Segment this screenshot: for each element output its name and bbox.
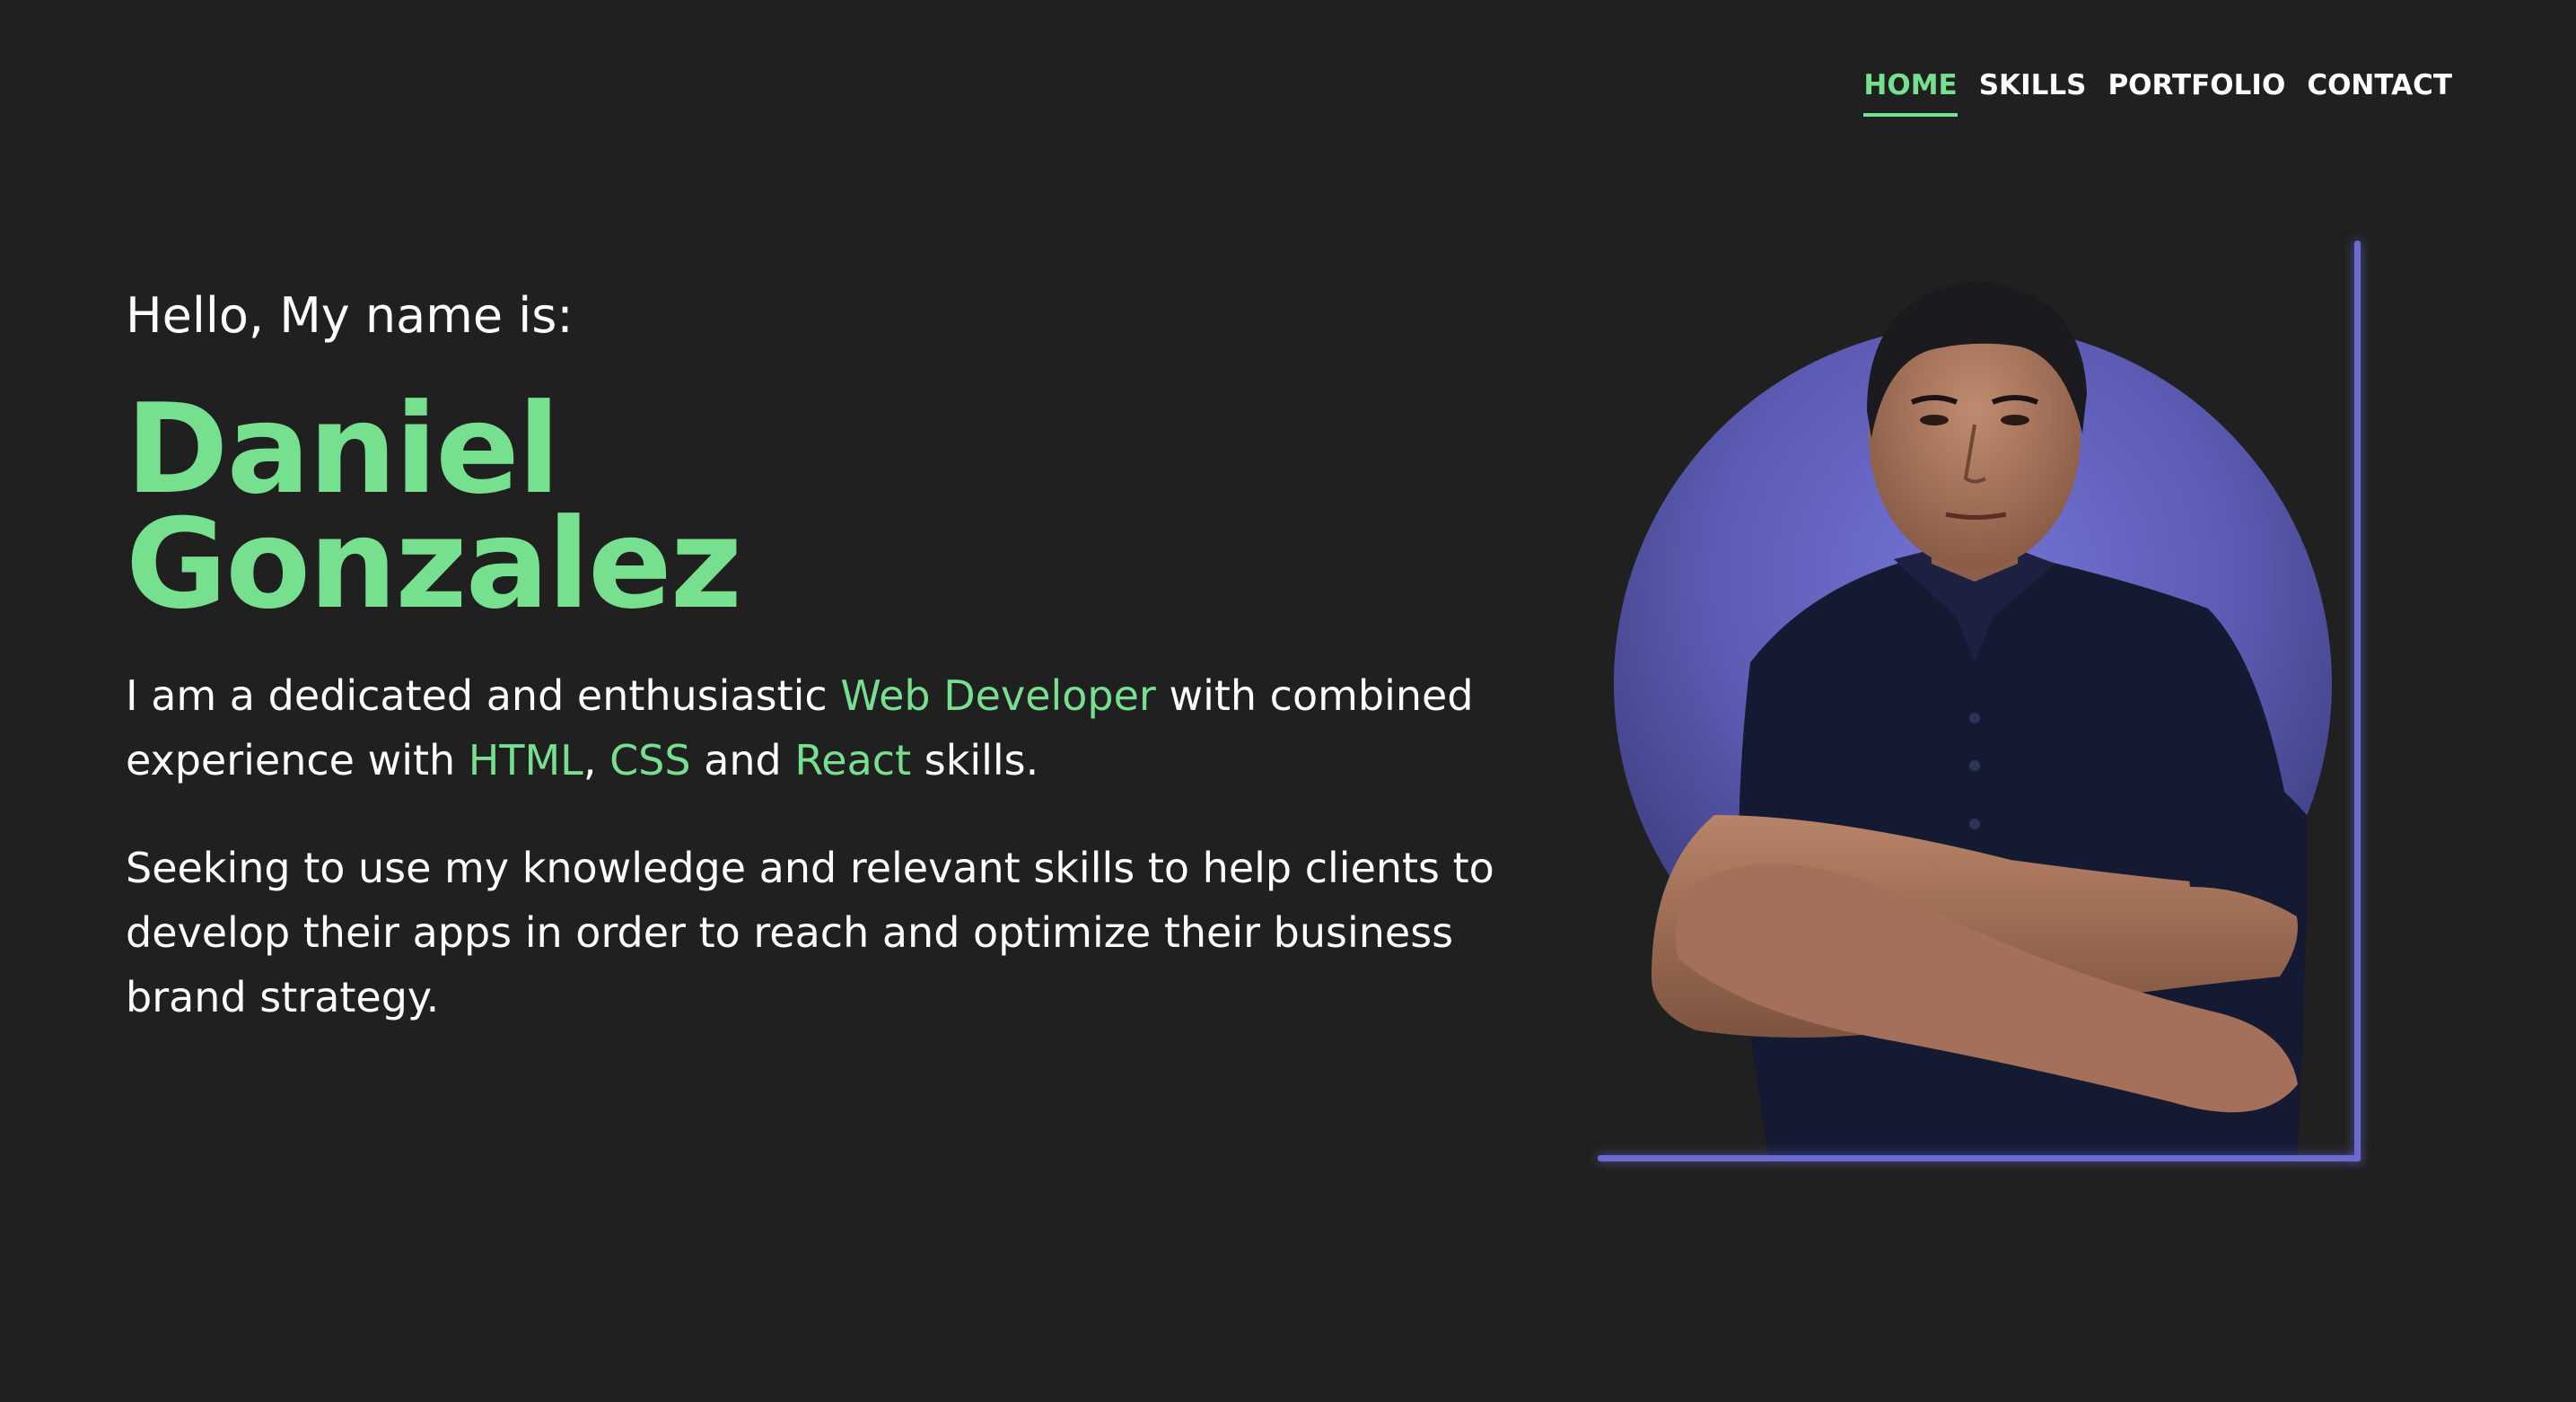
frame-right-border xyxy=(2354,241,2361,1161)
intro-and: and xyxy=(690,736,795,785)
intro-text-1: I am a dedicated and enthusiastic xyxy=(126,671,841,721)
objective-paragraph: Seeking to use my knowledge and relevant… xyxy=(126,844,1494,1022)
profile-photo xyxy=(1614,281,2332,1155)
portrait-block xyxy=(1598,241,2361,1161)
skill-html: HTML xyxy=(468,736,583,785)
intro-sep: , xyxy=(583,736,610,785)
greeting-text: Hello, My name is: xyxy=(126,287,574,344)
frame-bottom-border xyxy=(1598,1155,2361,1161)
nav-portfolio[interactable]: PORTFOLIO xyxy=(2107,70,2285,117)
main-nav: HOME SKILLS PORTFOLIO CONTACT xyxy=(1863,70,2452,118)
home-page: HOME SKILLS PORTFOLIO CONTACT Hello, My … xyxy=(0,0,2576,1402)
first-name: Daniel xyxy=(126,376,560,521)
role-highlight: Web Developer xyxy=(840,671,1156,721)
nav-skills[interactable]: SKILLS xyxy=(1979,70,2087,117)
name-heading: Daniel Gonzalez xyxy=(126,376,1526,637)
nav-contact[interactable]: CONTACT xyxy=(2307,70,2452,117)
last-name: Gonzalez xyxy=(126,492,742,637)
skill-react: React xyxy=(794,736,912,785)
intro-paragraph: I am a dedicated and enthusiastic Web De… xyxy=(126,663,1508,793)
intro-text-3: skills. xyxy=(911,736,1039,785)
skill-css: CSS xyxy=(609,736,691,785)
nav-home[interactable]: HOME xyxy=(1863,70,1958,118)
hero-section: Hello, My name is: Daniel Gonzalez I am … xyxy=(126,287,1526,1030)
